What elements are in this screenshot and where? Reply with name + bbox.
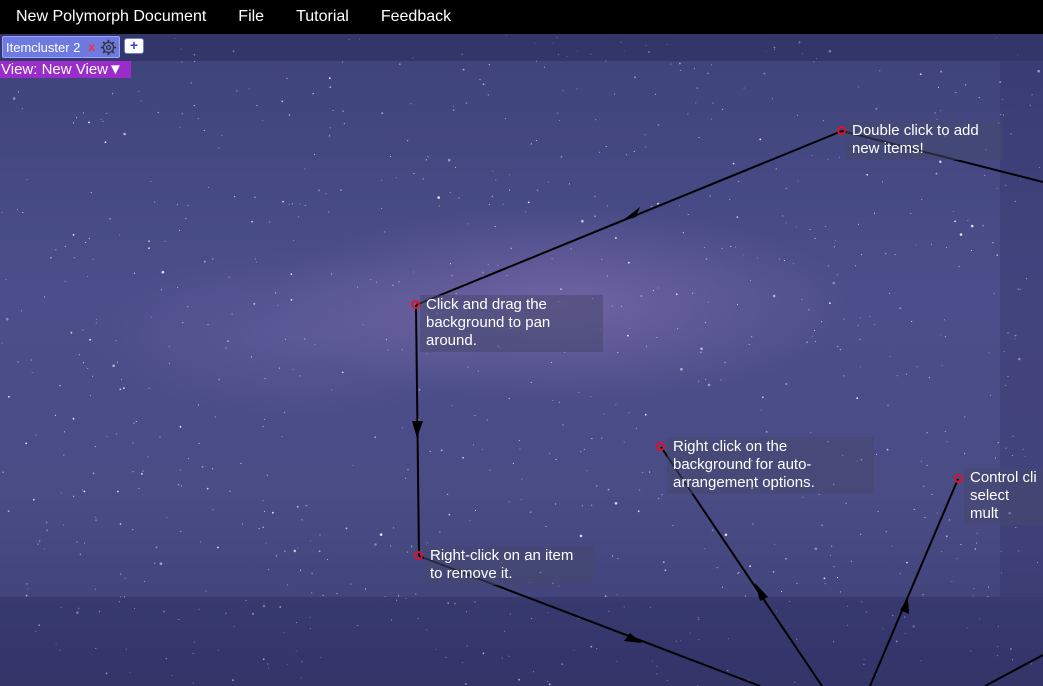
view-selector[interactable]: View: New View▼ xyxy=(0,61,131,78)
item-handle[interactable] xyxy=(414,551,423,560)
item-text[interactable]: Click and drag the background to pan aro… xyxy=(420,295,603,352)
item-handle[interactable] xyxy=(411,300,420,309)
item-handle[interactable] xyxy=(954,474,963,483)
document-title-menu[interactable]: New Polymorph Document xyxy=(0,0,222,34)
menu-bar: New Polymorph Document File Tutorial Fee… xyxy=(0,0,1043,34)
tutorial-menu[interactable]: Tutorial xyxy=(280,0,365,34)
gear-icon[interactable] xyxy=(100,39,117,56)
item-handle[interactable] xyxy=(837,126,846,135)
tab-itemcluster[interactable]: Itemcluster 2 x xyxy=(2,36,120,58)
file-menu[interactable]: File xyxy=(222,0,280,34)
item-text[interactable]: Right-click on an item to remove it. xyxy=(424,546,594,585)
tab-close-button[interactable]: x xyxy=(88,40,95,54)
feedback-menu[interactable]: Feedback xyxy=(365,0,467,34)
item-text[interactable]: Control cli select mult xyxy=(964,468,1043,525)
viewport-edge-bottom xyxy=(0,597,1043,686)
item-text[interactable]: Double click to add new items! xyxy=(846,121,1003,160)
tab-label: Itemcluster 2 xyxy=(6,39,81,55)
item-text[interactable]: Right click on the background for auto-a… xyxy=(667,437,874,494)
add-tab-button[interactable]: + xyxy=(124,38,144,54)
tab-strip: Itemcluster 2 x + xyxy=(0,34,1043,61)
item-handle[interactable] xyxy=(656,442,665,451)
